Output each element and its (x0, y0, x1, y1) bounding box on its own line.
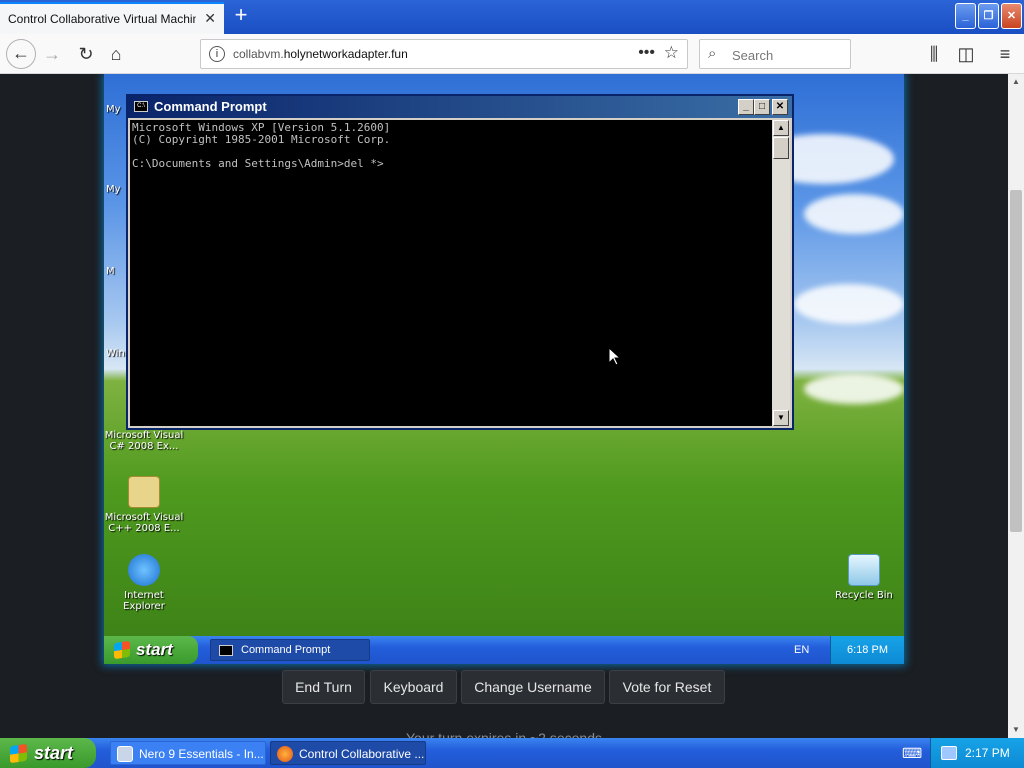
nero-icon (117, 746, 133, 762)
window-title: Command Prompt (154, 99, 267, 114)
desktop-icon-label: Microsoft Visual C# 2008 Ex... (104, 430, 184, 452)
vcpp-icon (128, 476, 160, 508)
window-close-button[interactable]: ✕ (1001, 3, 1022, 29)
recycle-bin-icon (848, 554, 880, 586)
desktop-icon-vcsharp[interactable]: Microsoft Visual C# 2008 Ex... (104, 430, 184, 452)
browser-tab[interactable]: Control Collaborative Virtual Machines! … (0, 2, 224, 34)
new-tab-button[interactable]: + (230, 4, 252, 26)
scrollbar-thumb[interactable] (773, 137, 789, 159)
vote-for-reset-button[interactable]: Vote for Reset (609, 670, 725, 704)
console-scrollbar[interactable]: ▲ ▼ (772, 120, 790, 426)
window-title-bar[interactable]: C:\ Command Prompt _ □ ✕ (128, 96, 792, 118)
language-indicator[interactable]: EN (794, 644, 809, 656)
desktop-icon-label: Microsoft Visual C++ 2008 E... (104, 512, 184, 534)
desktop-icon-vcpp[interactable]: Microsoft Visual C++ 2008 E... (104, 476, 184, 534)
keyboard-tray-icon[interactable]: ⌨ (902, 745, 922, 762)
search-box[interactable]: ⌕ Search (699, 39, 851, 69)
windows-flag-icon (114, 640, 130, 660)
windows-flag-icon (10, 743, 27, 764)
browser-tab-bar: Control Collaborative Virtual Machines! … (0, 0, 1024, 34)
desktop-icon-internet-explorer[interactable]: Internet Explorer (104, 554, 184, 612)
minimize-button[interactable]: _ (738, 99, 754, 115)
page-scrollbar[interactable]: ▲ ▼ (1008, 74, 1024, 738)
change-username-button[interactable]: Change Username (461, 670, 605, 704)
search-icon: ⌕ (708, 45, 717, 62)
mouse-cursor-icon (609, 348, 621, 366)
desktop-icon-label: Internet Explorer (123, 590, 165, 612)
vm-taskbar-item-command-prompt[interactable]: Command Prompt (210, 639, 370, 661)
host-taskbar-item-nero[interactable]: Nero 9 Essentials - In... (110, 741, 266, 765)
tab-title: Control Collaborative Virtual Machines! (8, 12, 196, 26)
host-taskbar-item-firefox[interactable]: Control Collaborative ... (270, 741, 426, 765)
window-minimize-button[interactable]: _ (955, 3, 976, 29)
close-button[interactable]: ✕ (772, 99, 788, 115)
cloud (794, 284, 904, 324)
start-label: start (136, 640, 173, 659)
host-taskbar: start Nero 9 Essentials - In... Control … (0, 738, 1024, 768)
url-bar[interactable]: i collabvm.holynetworkadapter.fun ••• ☆ (200, 39, 688, 69)
browser-nav-bar: ← → ↻ ⌂ i collabvm.holynetworkadapter.fu… (0, 34, 1024, 74)
command-prompt-window[interactable]: C:\ Command Prompt _ □ ✕ Microsoft Windo… (126, 94, 794, 430)
console-output[interactable]: Microsoft Windows XP [Version 5.1.2600] … (130, 120, 772, 426)
host-system-tray: 2:17 PM (930, 738, 1024, 768)
site-info-icon[interactable]: i (209, 46, 225, 62)
reload-icon[interactable]: ↻ (74, 42, 98, 66)
host-clock: 2:17 PM (965, 746, 1010, 760)
sidebar-icon[interactable]: ◫ (954, 42, 978, 66)
end-turn-button[interactable]: End Turn (282, 670, 365, 704)
desktop-icon-label-partial: My (106, 184, 121, 195)
desktop-icon-recycle-bin[interactable]: Recycle Bin (824, 554, 904, 601)
page-content: My My M Win Microsoft Visual C# 2008 Ex.… (0, 74, 1008, 738)
vm-taskbar: start Command Prompt EN 6:18 PM (104, 636, 904, 664)
internet-explorer-icon (128, 554, 160, 586)
cmd-icon: C:\ (134, 101, 148, 112)
page-actions-icon[interactable]: ••• (638, 44, 655, 62)
cloud (804, 194, 904, 234)
desktop-icon-label-partial: Win (106, 348, 125, 359)
scroll-up-arrow-icon[interactable]: ▲ (1008, 74, 1024, 90)
host-start-button[interactable]: start (0, 738, 96, 768)
desktop-icon-label-partial: My (106, 104, 121, 115)
back-icon[interactable]: ← (6, 39, 36, 69)
cmd-icon (219, 645, 233, 656)
scroll-down-arrow-icon[interactable]: ▼ (1008, 722, 1024, 738)
vm-clock: 6:18 PM (847, 644, 888, 656)
scroll-up-arrow-icon[interactable]: ▲ (773, 120, 789, 136)
vm-screen[interactable]: My My M Win Microsoft Visual C# 2008 Ex.… (104, 74, 904, 664)
desktop-icon-label: Recycle Bin (835, 590, 893, 601)
home-icon[interactable]: ⌂ (104, 42, 128, 66)
hamburger-menu-icon[interactable]: ≡ (993, 42, 1017, 66)
library-icon[interactable]: ⫼ (922, 42, 946, 66)
scroll-down-arrow-icon[interactable]: ▼ (773, 410, 789, 426)
url-text: collabvm.holynetworkadapter.fun (233, 47, 408, 61)
vm-start-button[interactable]: start (104, 636, 198, 664)
taskbar-item-label: Control Collaborative ... (299, 747, 425, 761)
network-icon[interactable] (941, 746, 957, 760)
maximize-button[interactable]: □ (754, 99, 770, 115)
keyboard-button[interactable]: Keyboard (370, 670, 457, 704)
taskbar-item-label: Command Prompt (241, 644, 331, 656)
desktop-icon-label-partial: M (106, 266, 115, 277)
window-restore-button[interactable]: ❐ (978, 3, 999, 29)
start-label: start (34, 743, 74, 763)
scrollbar-thumb[interactable] (1010, 190, 1022, 532)
bookmark-star-icon[interactable]: ☆ (664, 43, 679, 63)
cloud (804, 374, 904, 404)
search-placeholder: Search (732, 48, 774, 63)
vm-system-tray: 6:18 PM (830, 636, 904, 664)
tab-close-icon[interactable]: ✕ (204, 10, 216, 27)
taskbar-item-label: Nero 9 Essentials - In... (139, 747, 264, 761)
turn-status-text: Your turn expires in ~2 seconds (406, 730, 602, 738)
forward-icon[interactable]: → (40, 42, 64, 66)
firefox-icon (277, 746, 293, 762)
